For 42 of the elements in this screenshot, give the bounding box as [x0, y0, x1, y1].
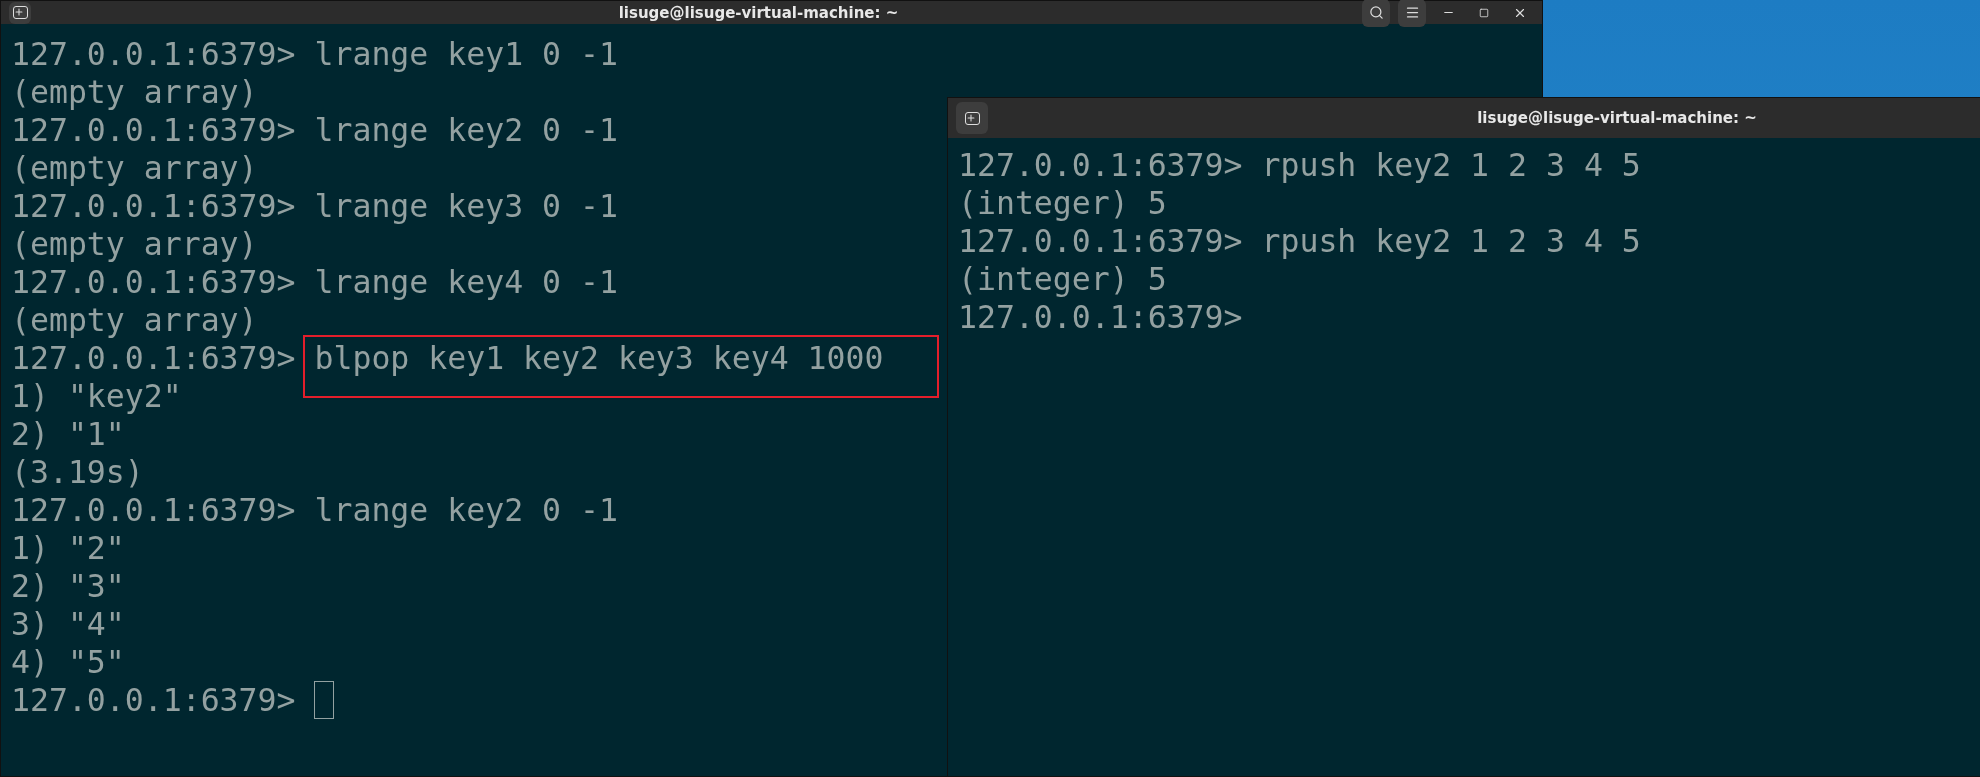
plus-icon: [965, 112, 976, 123]
prompt-text: 127.0.0.1:6379>: [11, 111, 296, 149]
prompt-text: 127.0.0.1:6379>: [11, 491, 296, 529]
menu-icon: [1404, 5, 1420, 20]
plus-icon: [13, 7, 24, 17]
command-text: lrange key4 0 -1: [314, 263, 618, 301]
command-text: lrange key1 0 -1: [314, 35, 618, 73]
output-text: (empty array): [11, 225, 258, 263]
command-text: rpush key2 1 2 3 4 5: [1261, 222, 1641, 260]
window-title: lisuge@lisuge-virtual-machine: ~: [1476, 109, 1758, 127]
prompt-text: 127.0.0.1:6379>: [11, 681, 296, 719]
output-text: 2) "1": [11, 415, 125, 453]
output-text: 2) "3": [11, 567, 125, 605]
search-button[interactable]: [1362, 0, 1390, 27]
command-text: lrange key2 0 -1: [314, 491, 618, 529]
output-text: 4) "5": [11, 643, 125, 681]
new-tab-button[interactable]: [9, 1, 31, 24]
output-text: (integer) 5: [958, 260, 1167, 298]
prompt-text: 127.0.0.1:6379>: [958, 222, 1243, 260]
prompt-text: 127.0.0.1:6379>: [11, 35, 296, 73]
command-text: rpush key2 1 2 3 4 5: [1261, 146, 1641, 184]
output-text: (empty array): [11, 149, 258, 187]
command-text: blpop key1 key2 key3 key4 1000: [314, 339, 884, 377]
output-text: (empty array): [11, 73, 258, 111]
window-title: lisuge@lisuge-virtual-machine: ~: [617, 3, 900, 22]
prompt-text: 127.0.0.1:6379>: [958, 146, 1243, 184]
output-text: 1) "2": [11, 529, 125, 567]
prompt-text: 127.0.0.1:6379>: [11, 263, 296, 301]
prompt-text: 127.0.0.1:6379>: [11, 187, 296, 225]
prompt-text: 127.0.0.1:6379>: [958, 298, 1243, 336]
output-text: 1) "key2": [11, 377, 182, 415]
command-text: lrange key2 0 -1: [314, 111, 618, 149]
maximize-icon: [1479, 7, 1489, 18]
prompt-text: 127.0.0.1:6379>: [11, 339, 296, 377]
output-text: 3) "4": [11, 605, 125, 643]
new-tab-button[interactable]: [956, 102, 988, 134]
command-text: lrange key3 0 -1: [314, 187, 618, 225]
search-icon: [1368, 5, 1384, 20]
output-text: (empty array): [11, 301, 258, 339]
output-text: (integer) 5: [958, 184, 1167, 222]
output-text: (3.19s): [11, 453, 144, 491]
menu-button[interactable]: [1398, 0, 1426, 27]
